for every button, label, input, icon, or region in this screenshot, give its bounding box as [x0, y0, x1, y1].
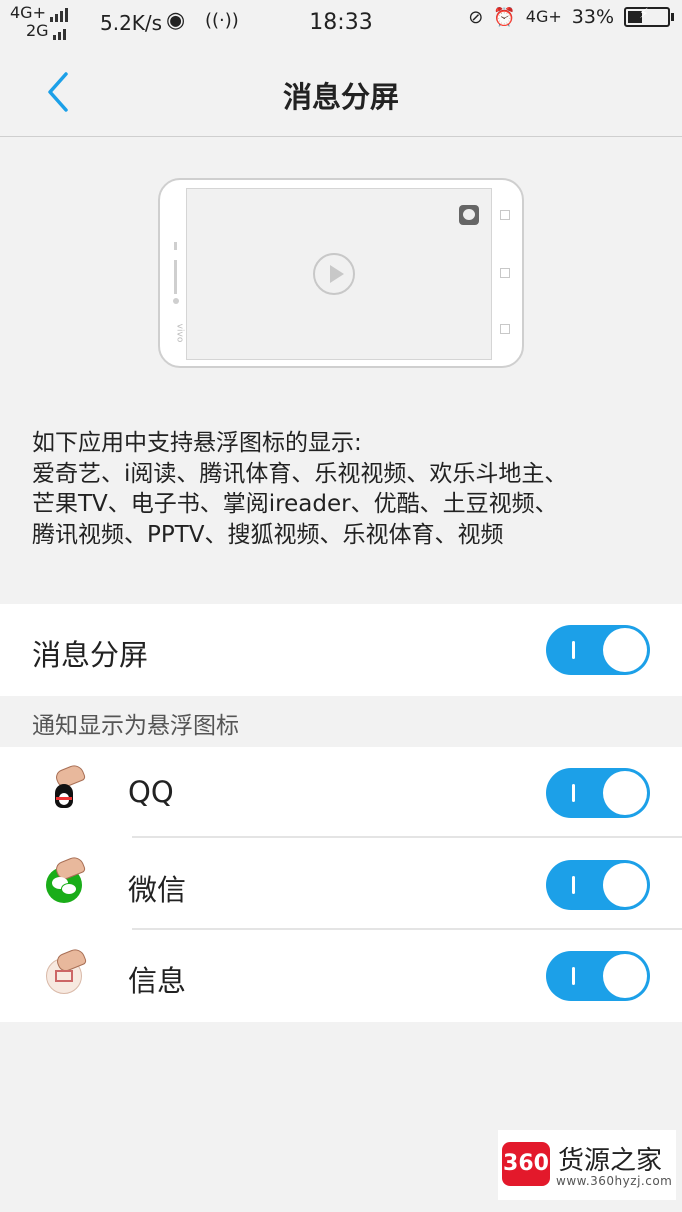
setting-label: 消息分屏: [32, 638, 149, 672]
qq-icon: [46, 762, 87, 811]
page-title: 消息分屏: [282, 80, 399, 114]
status-bar: 4G+ 2G 5.2K/s ◉ ((·)) 18:33 ⊘ ⏰ 4G+ 33% …: [0, 0, 682, 48]
network-type-right: 4G+: [525, 7, 562, 26]
title-bar: 消息分屏: [0, 48, 682, 137]
description-line: 芒果TV、电子书、掌阅ireader、优酷、土豆视频、: [32, 491, 558, 517]
message-split-screen-setting: 消息分屏: [0, 604, 682, 696]
description-heading: 如下应用中支持悬浮图标的显示:: [32, 430, 362, 456]
watermark-url: www.360hyzj.com: [556, 1174, 673, 1188]
alarm-icon: ⏰: [493, 6, 516, 28]
watermark-logo: 360: [502, 1142, 550, 1186]
list-item-qq: QQ: [0, 747, 682, 838]
battery-charging-icon: ⚡: [624, 6, 674, 27]
section-header: 通知显示为悬浮图标: [32, 713, 239, 739]
app-label: 信息: [128, 964, 187, 998]
message-split-screen-toggle[interactable]: [546, 625, 650, 675]
wechat-icon: [46, 854, 87, 903]
messages-toggle[interactable]: [546, 951, 650, 1001]
description-line: 爱奇艺、i阅读、腾讯体育、乐视视频、欢乐斗地主、: [32, 460, 568, 487]
messages-icon: [46, 946, 88, 994]
wechat-toggle[interactable]: [546, 860, 650, 910]
app-list: QQ 微信 信息: [0, 747, 682, 1022]
site-watermark: 360 货源之家 www.360hyzj.com: [498, 1130, 676, 1200]
qq-toggle[interactable]: [546, 768, 650, 818]
status-icons-right: ⊘ ⏰ 4G+ 33% ⚡: [468, 6, 674, 28]
app-label: 微信: [128, 873, 187, 907]
floating-message-icon: [459, 205, 479, 225]
list-item-messages: 信息: [0, 930, 682, 1021]
list-item-wechat: 微信: [0, 839, 682, 930]
watermark-name: 货源之家: [558, 1146, 663, 1176]
battery-percent: 33%: [571, 6, 614, 28]
description-line: 腾讯视频、PPTV、搜狐视频、乐视体育、视频: [32, 521, 504, 548]
mute-icon: ⊘: [468, 6, 484, 28]
app-label: QQ: [128, 775, 174, 809]
supported-apps-description: 如下应用中支持悬浮图标的显示: 爱奇艺、i阅读、腾讯体育、乐视视频、欢乐斗地主、…: [32, 428, 652, 550]
phone-screen: [186, 188, 492, 360]
split-screen-illustration: vivo: [158, 178, 524, 368]
play-icon: [313, 253, 355, 295]
